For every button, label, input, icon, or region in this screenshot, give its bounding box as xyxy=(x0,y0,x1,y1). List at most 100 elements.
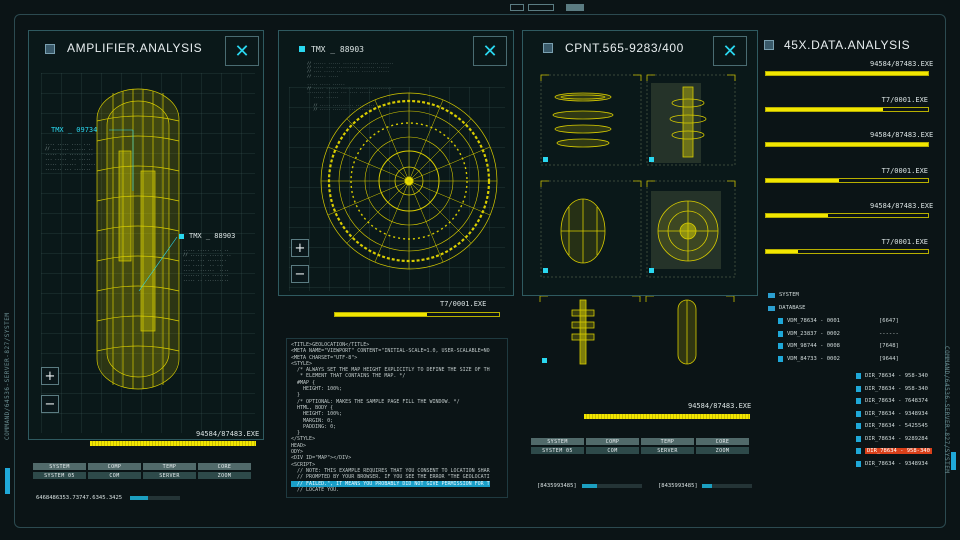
button-system-05[interactable]: SYSTEM 05 xyxy=(33,472,86,479)
dir-item[interactable]: DIR_78634 - 9348934 xyxy=(856,460,928,467)
dir-item[interactable]: DIR_78634 - 5425545 xyxy=(856,423,928,429)
button-comp[interactable]: COMP xyxy=(88,463,141,470)
left-side-label: COMMAND/64536-SERVER-827/SYSTEM xyxy=(4,312,11,440)
data-row-progress-fill xyxy=(766,107,883,111)
progress-bar xyxy=(334,312,500,317)
status-progress xyxy=(702,484,752,488)
cpnt-panel: CPNT.565-9283/400 ✕ xyxy=(522,30,758,296)
button-system-05[interactable]: SYSTEM 05 xyxy=(531,447,584,454)
button-server[interactable]: SERVER xyxy=(143,472,196,479)
button-system[interactable]: SYSTEM xyxy=(531,438,584,445)
dir-name: DIR_78634 - 7648374 xyxy=(865,398,928,404)
dir-name: DIR_78634 - 958-340 xyxy=(865,373,928,379)
dir-name: DIR_78634 - 9348934 xyxy=(865,460,928,467)
file-icon xyxy=(856,373,861,379)
exe-label: 94584/87483.EXE xyxy=(688,402,752,410)
button-system[interactable]: SYSTEM xyxy=(33,463,86,470)
zoom-in-button[interactable]: + xyxy=(291,239,309,257)
marker-dot xyxy=(179,234,184,239)
dir-item[interactable]: DIR_78634 - 958-340 xyxy=(856,373,928,379)
file-icon xyxy=(856,398,861,404)
dir-name: DIR_78634 - 9289284 xyxy=(865,435,928,442)
vdm-value: [9644] xyxy=(879,355,899,362)
code-panel: <TITLE>GEOLOCATION</TITLE> <META NAME="VI… xyxy=(286,338,508,498)
file-icon xyxy=(778,318,783,324)
button-com[interactable]: COM xyxy=(88,472,141,479)
file-icon xyxy=(856,448,861,454)
zoom-in-button[interactable]: + xyxy=(41,367,59,385)
tree-item-database[interactable]: DATABASE xyxy=(768,305,806,311)
button-core[interactable]: CORE xyxy=(198,463,251,470)
data-row-progress-fill xyxy=(766,72,928,75)
code-line: // PROMPTED BY YOUR BROWSER. IF YOU SEE … xyxy=(291,474,490,481)
data-row-label: 94584/87483.EXE xyxy=(870,131,934,139)
top-indicator xyxy=(566,4,584,11)
dir-item[interactable]: DIR_78634 - 958-340 xyxy=(856,385,928,392)
data-row-progress xyxy=(765,106,929,112)
progress-bar xyxy=(584,414,750,419)
dir-item[interactable]: DIR_78634 - 9289284 xyxy=(856,435,928,442)
data-row-progress-fill xyxy=(766,178,839,182)
button-comp[interactable]: COMP xyxy=(586,438,639,445)
data-row-progress xyxy=(765,213,929,218)
vdm-value: [7648] xyxy=(879,343,899,349)
vdm-value: ------ xyxy=(879,330,899,337)
data-row-label: T7/0001.EXE xyxy=(881,237,928,246)
data-row-progress-fill xyxy=(766,214,828,217)
button-zoom[interactable]: ZOOM xyxy=(696,447,749,454)
vdm-item[interactable]: VDM_98744 - 0008 [7648] xyxy=(778,343,899,349)
vdm-item[interactable]: VDM_23837 - 0002 ------ xyxy=(778,330,899,337)
dir-name: DIR_78634 - 5425545 xyxy=(865,423,928,429)
panel-title: 45X.DATA.ANALYSIS xyxy=(784,38,911,52)
button-core[interactable]: CORE xyxy=(696,438,749,445)
top-indicator xyxy=(528,4,554,11)
code-line: <META NAME="VIEWPORT" CONTENT="INITIAL-S… xyxy=(291,348,490,355)
vdm-name: VDM_78634 - 0001 xyxy=(787,318,840,324)
vdm-name: VDM_98744 - 0008 xyxy=(787,343,840,349)
amplifier-panel: AMPLIFIER.ANALYSIS ✕ TMX _ 09734 TMX _ 8… xyxy=(28,30,264,440)
right-side-label: COMMAND/64536-SERVER-827/SYSTEM xyxy=(943,346,950,474)
status-progress xyxy=(582,484,642,488)
button-zoom[interactable]: ZOOM xyxy=(198,472,251,479)
button-temp[interactable]: TEMP xyxy=(143,463,196,470)
file-icon xyxy=(856,423,861,429)
data-row-progress xyxy=(765,71,929,76)
component-grid-lower xyxy=(539,296,735,365)
zoom-out-button[interactable]: − xyxy=(291,265,309,283)
vdm-item[interactable]: VDM_84733 - 0002 [9644] xyxy=(778,355,899,362)
zoom-out-button[interactable]: − xyxy=(41,395,59,413)
button-temp[interactable]: TEMP xyxy=(641,438,694,445)
dir-item[interactable]: DIR_78634 - 958-340 xyxy=(856,448,932,454)
status-text: [8435993485] xyxy=(658,483,698,489)
component-grid xyxy=(540,74,736,278)
dir-item[interactable]: DIR_78634 - 9348934 xyxy=(856,410,928,417)
vdm-name: VDM_84733 - 0002 xyxy=(787,355,840,362)
progress-bar xyxy=(90,441,256,446)
file-icon xyxy=(856,385,861,392)
tree-label: SYSTEM xyxy=(779,292,799,298)
button-com[interactable]: COM xyxy=(586,447,639,454)
status-text: 6468486353.73747.6345.3425 xyxy=(36,495,123,501)
dir-name: DIR_78634 - 9348934 xyxy=(865,410,928,417)
data-row-label: 94584/87483.EXE xyxy=(870,60,934,68)
code-block: <TITLE>GEOLOCATION</TITLE> <META NAME="VI… xyxy=(291,342,490,493)
data-row-progress xyxy=(765,177,929,183)
code-line-highlighted[interactable]: // FAILED.", IT MEANS YOU PROBABLY DID N… xyxy=(291,480,490,487)
exe-label: T7/0001.EXE xyxy=(440,300,487,308)
tmx-label: TMX _ 88903 xyxy=(189,232,236,240)
data-row-progress xyxy=(765,248,929,254)
top-indicator xyxy=(510,4,524,11)
status-text: [8435993485] xyxy=(537,483,577,489)
tree-item-system[interactable]: SYSTEM xyxy=(768,292,799,298)
status-progress-fill xyxy=(702,484,712,488)
file-icon xyxy=(778,330,783,337)
right-status-bar xyxy=(951,452,956,470)
vdm-name: VDM_23837 - 0002 xyxy=(787,330,840,337)
data-row-label: T7/0001.EXE xyxy=(881,95,928,104)
panel-square-icon xyxy=(764,40,774,50)
button-server[interactable]: SERVER xyxy=(641,447,694,454)
data-row-progress-fill xyxy=(766,143,928,146)
dir-item[interactable]: DIR_78634 - 7648374 xyxy=(856,398,928,404)
vdm-item[interactable]: VDM_78634 - 0001 [6647] xyxy=(778,318,899,324)
tree-label: DATABASE xyxy=(779,305,806,311)
